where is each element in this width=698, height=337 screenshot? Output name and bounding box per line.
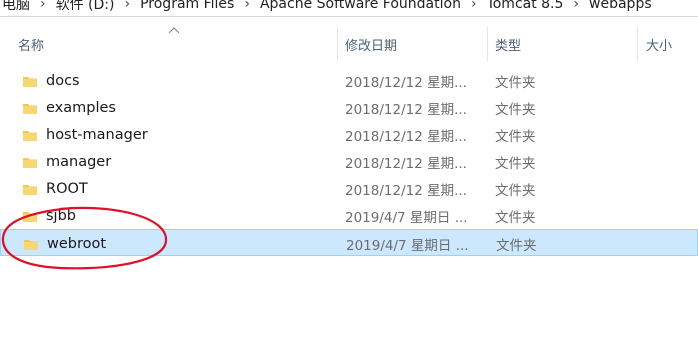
- file-type: 文件夹: [495, 209, 536, 226]
- file-date: 2019/4/7 星期日 ...: [345, 209, 468, 226]
- chevron-right-icon[interactable]: ›: [565, 0, 587, 12]
- list-item[interactable]: host-manager 2018/12/12 星期... 文件夹: [0, 121, 698, 148]
- file-date: 2018/12/12 星期...: [345, 182, 467, 199]
- file-name: docs: [46, 72, 80, 89]
- folder-icon: [22, 230, 40, 257]
- list-item[interactable]: examples 2018/12/12 星期... 文件夹: [0, 94, 698, 121]
- file-date: 2018/12/12 星期...: [345, 101, 467, 118]
- breadcrumb-item-program-files[interactable]: Program Files: [138, 0, 236, 12]
- file-date: 2019/4/7 星期日 ...: [346, 237, 469, 254]
- chevron-right-icon[interactable]: ›: [463, 0, 485, 12]
- breadcrumb-item-computer[interactable]: 电脑: [0, 0, 32, 14]
- breadcrumb: 电脑 › 软件 (D:) › Program Files › Apache So…: [0, 0, 698, 15]
- folder-icon: [21, 94, 39, 121]
- list-item-selected[interactable]: webroot 2019/4/7 星期日 ... 文件夹: [0, 229, 698, 256]
- file-name: examples: [46, 99, 116, 116]
- folder-icon: [21, 202, 39, 229]
- list-item[interactable]: docs 2018/12/12 星期... 文件夹: [0, 67, 698, 94]
- address-bar-border: [0, 16, 698, 17]
- file-type: 文件夹: [495, 128, 536, 145]
- list-item[interactable]: manager 2018/12/12 星期... 文件夹: [0, 148, 698, 175]
- file-name: webroot: [47, 235, 107, 252]
- column-divider[interactable]: [637, 27, 638, 61]
- breadcrumb-item-drive[interactable]: 软件 (D:): [54, 0, 117, 14]
- file-name: host-manager: [46, 126, 148, 143]
- list-item[interactable]: ROOT 2018/12/12 星期... 文件夹: [0, 175, 698, 202]
- file-type: 文件夹: [495, 155, 536, 172]
- file-date: 2018/12/12 星期...: [345, 128, 467, 145]
- file-name: sjbb: [46, 207, 76, 224]
- folder-icon: [21, 148, 39, 175]
- folder-icon: [21, 67, 39, 94]
- file-name: manager: [46, 153, 112, 170]
- file-date: 2018/12/12 星期...: [345, 74, 467, 91]
- column-header-date[interactable]: 修改日期: [345, 27, 485, 61]
- breadcrumb-item-apache[interactable]: Apache Software Foundation: [258, 0, 463, 12]
- list-item[interactable]: sjbb 2019/4/7 星期日 ... 文件夹: [0, 202, 698, 229]
- file-date: 2018/12/12 星期...: [345, 155, 467, 172]
- folder-icon: [21, 121, 39, 148]
- column-header-name[interactable]: 名称: [18, 27, 336, 61]
- chevron-right-icon[interactable]: ›: [236, 0, 258, 12]
- chevron-right-icon[interactable]: ›: [32, 0, 54, 12]
- breadcrumb-item-tomcat[interactable]: Tomcat 8.5: [485, 0, 566, 12]
- file-type: 文件夹: [496, 237, 537, 254]
- breadcrumb-item-webapps[interactable]: webapps: [587, 0, 654, 12]
- column-header-row: 名称 修改日期 类型 大小: [0, 27, 698, 61]
- column-divider[interactable]: [337, 27, 338, 61]
- file-name: ROOT: [46, 180, 88, 197]
- file-type: 文件夹: [495, 101, 536, 118]
- file-type: 文件夹: [495, 74, 536, 91]
- chevron-right-icon[interactable]: ›: [116, 0, 138, 12]
- folder-icon: [21, 175, 39, 202]
- column-header-size[interactable]: 大小: [646, 27, 698, 61]
- file-type: 文件夹: [495, 182, 536, 199]
- column-header-type[interactable]: 类型: [495, 27, 635, 61]
- column-divider[interactable]: [487, 27, 488, 61]
